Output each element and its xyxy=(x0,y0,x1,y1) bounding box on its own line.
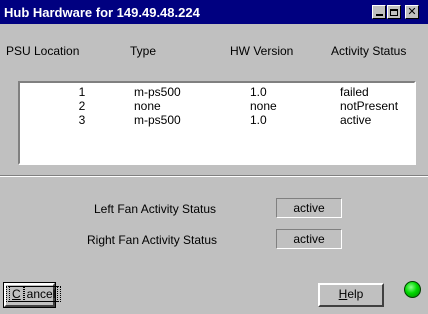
psu-hw-version: none xyxy=(250,99,277,113)
right-fan-label: Right Fan Activity Status xyxy=(87,233,218,247)
maximize-button[interactable] xyxy=(387,5,401,19)
psu-type: m-ps500 xyxy=(134,113,181,127)
minimize-icon xyxy=(375,14,383,16)
psu-type: none xyxy=(134,99,161,113)
header-type: Type xyxy=(130,44,157,58)
close-icon: ✕ xyxy=(407,5,417,18)
psu-hw-version: 1.0 xyxy=(250,113,267,127)
cancel-mnemonic: C xyxy=(9,286,24,302)
psu-list[interactable]: 1 m-ps500 1.0 failed 2 none none notPres… xyxy=(18,81,416,165)
header-activity-status: Activity Status xyxy=(331,44,407,58)
table-row[interactable]: 2 none none notPresent xyxy=(20,99,414,113)
title-bar: Hub Hardware for 149.49.48.224 ✕ xyxy=(0,0,428,24)
cancel-label: Cancel xyxy=(6,286,62,302)
window-title: Hub Hardware for 149.49.48.224 xyxy=(4,5,200,20)
psu-activity-status: active xyxy=(340,113,372,127)
section-divider xyxy=(0,175,428,177)
right-fan-status: active xyxy=(276,229,342,249)
psu-activity-status: failed xyxy=(340,85,369,99)
close-button[interactable]: ✕ xyxy=(405,5,419,19)
psu-location: 1 xyxy=(78,85,86,99)
minimize-button[interactable] xyxy=(372,5,386,19)
table-row[interactable]: 1 m-ps500 1.0 failed xyxy=(20,85,414,99)
left-fan-label: Left Fan Activity Status xyxy=(94,202,217,216)
psu-type: m-ps500 xyxy=(134,85,181,99)
header-hw-version: HW Version xyxy=(230,44,294,58)
help-button[interactable]: Help xyxy=(318,283,384,307)
psu-activity-status: notPresent xyxy=(340,99,399,113)
table-row[interactable]: 3 m-ps500 1.0 active xyxy=(20,113,414,127)
header-psu-location: PSU Location xyxy=(6,44,80,58)
help-label-rest: elp xyxy=(347,287,364,301)
psu-location: 2 xyxy=(78,99,86,113)
psu-location: 3 xyxy=(78,113,86,127)
status-led-icon xyxy=(404,281,421,298)
maximize-icon xyxy=(390,8,398,16)
left-fan-status: active xyxy=(276,198,342,218)
psu-hw-version: 1.0 xyxy=(250,85,267,99)
cancel-label-rest: ancel xyxy=(23,286,59,302)
cancel-button[interactable]: Cancel xyxy=(3,282,62,308)
